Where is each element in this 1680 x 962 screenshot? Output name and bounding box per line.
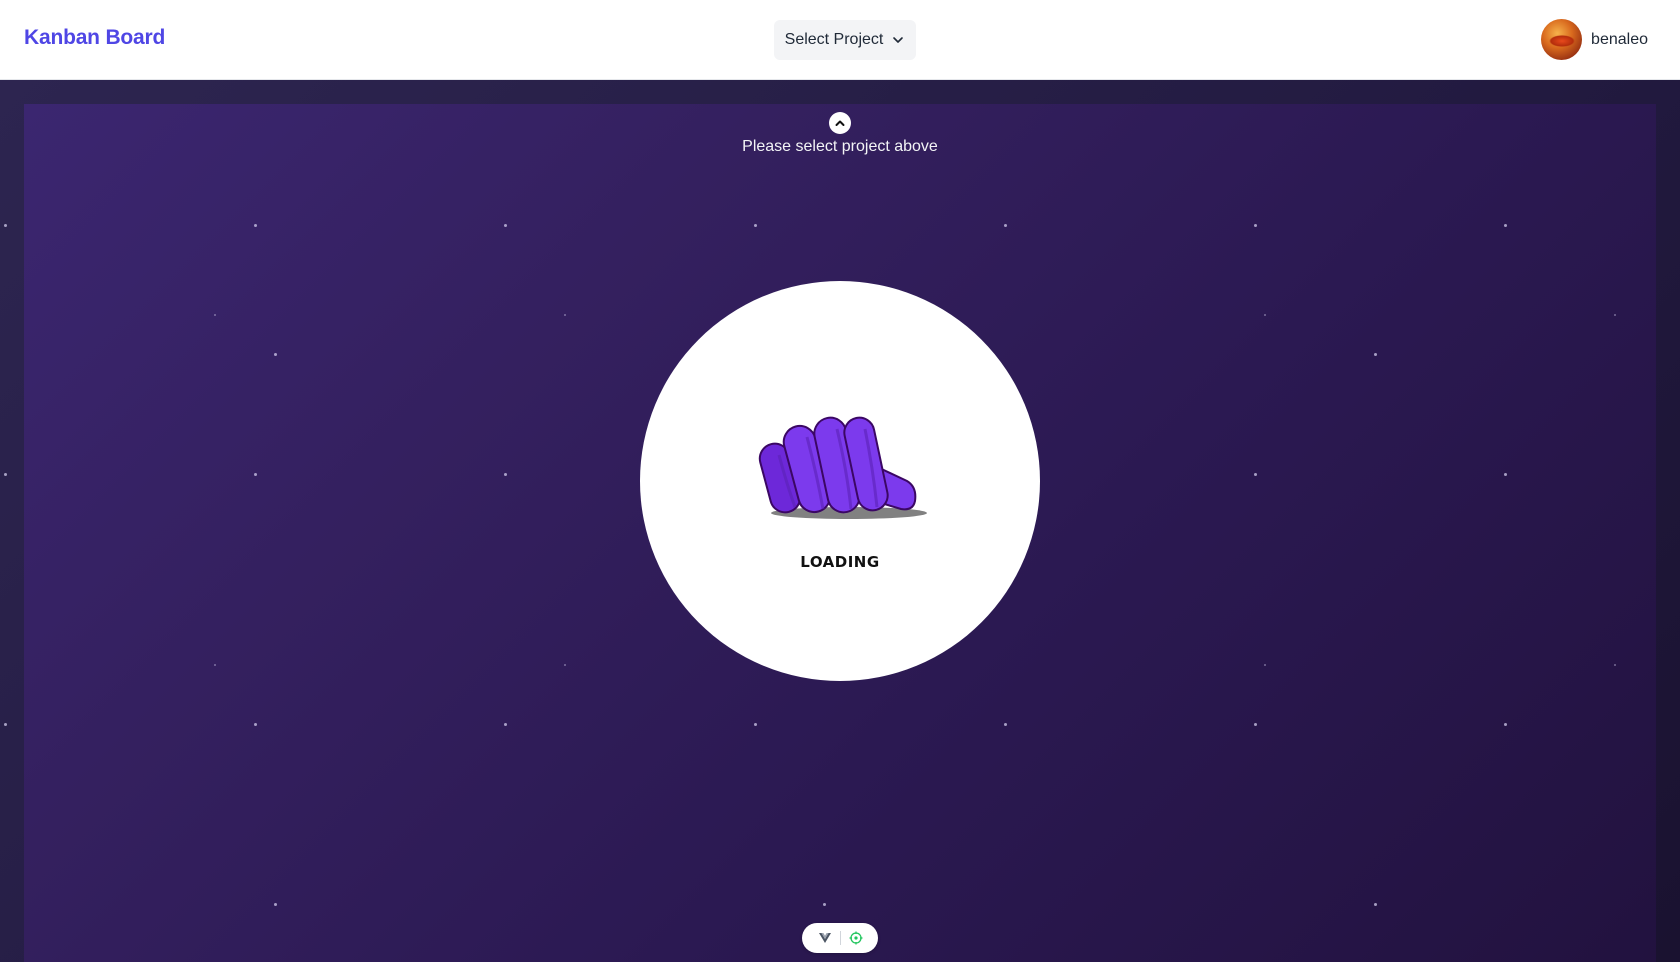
star-decoration xyxy=(823,903,826,906)
star-decoration xyxy=(1504,723,1507,726)
top-navbar: Kanban Board Select Project benaleo xyxy=(0,0,1680,80)
star-decoration xyxy=(214,664,216,666)
star-decoration xyxy=(1004,224,1007,227)
hint-text: Please select project above xyxy=(742,138,938,155)
username: benaleo xyxy=(1591,30,1648,48)
star-decoration xyxy=(214,314,216,316)
star-decoration xyxy=(504,473,507,476)
star-decoration xyxy=(1504,473,1507,476)
star-decoration xyxy=(4,473,7,476)
chevron-down-icon xyxy=(893,37,904,43)
star-decoration xyxy=(4,723,7,726)
star-decoration xyxy=(754,224,757,227)
user-menu[interactable]: benaleo xyxy=(1541,19,1648,60)
star-decoration xyxy=(1254,473,1257,476)
project-select-label: Select Project xyxy=(784,31,884,48)
chevron-up-circle-icon xyxy=(829,112,851,134)
star-decoration xyxy=(504,723,507,726)
star-decoration xyxy=(4,224,7,227)
star-decoration xyxy=(1264,314,1266,316)
devtools-divider xyxy=(839,931,841,945)
star-decoration xyxy=(1374,353,1377,356)
star-decoration xyxy=(1004,723,1007,726)
star-decoration xyxy=(254,473,257,476)
star-decoration xyxy=(504,224,507,227)
star-decoration xyxy=(1614,314,1616,316)
loader: LOADING xyxy=(640,281,1040,681)
loading-text: LOADING xyxy=(800,553,880,571)
star-decoration xyxy=(1264,664,1266,666)
star-decoration xyxy=(254,224,257,227)
star-decoration xyxy=(274,353,277,356)
star-decoration xyxy=(754,723,757,726)
project-select-dropdown[interactable]: Select Project xyxy=(774,20,916,60)
brand-title[interactable]: Kanban Board xyxy=(24,26,165,50)
user-avatar[interactable] xyxy=(1541,19,1583,60)
star-decoration xyxy=(1614,664,1616,666)
star-decoration xyxy=(1254,224,1257,227)
star-decoration xyxy=(1374,903,1377,906)
vue-devtools-icon[interactable] xyxy=(818,931,832,945)
star-decoration xyxy=(564,314,566,316)
star-decoration xyxy=(564,664,566,666)
inspector-icon[interactable] xyxy=(849,931,863,945)
fist-hand-icon xyxy=(758,416,927,519)
star-decoration xyxy=(274,903,277,906)
star-decoration xyxy=(1504,224,1507,227)
devtools-toggle[interactable] xyxy=(802,923,878,953)
star-decoration xyxy=(1254,723,1257,726)
star-decoration xyxy=(254,723,257,726)
